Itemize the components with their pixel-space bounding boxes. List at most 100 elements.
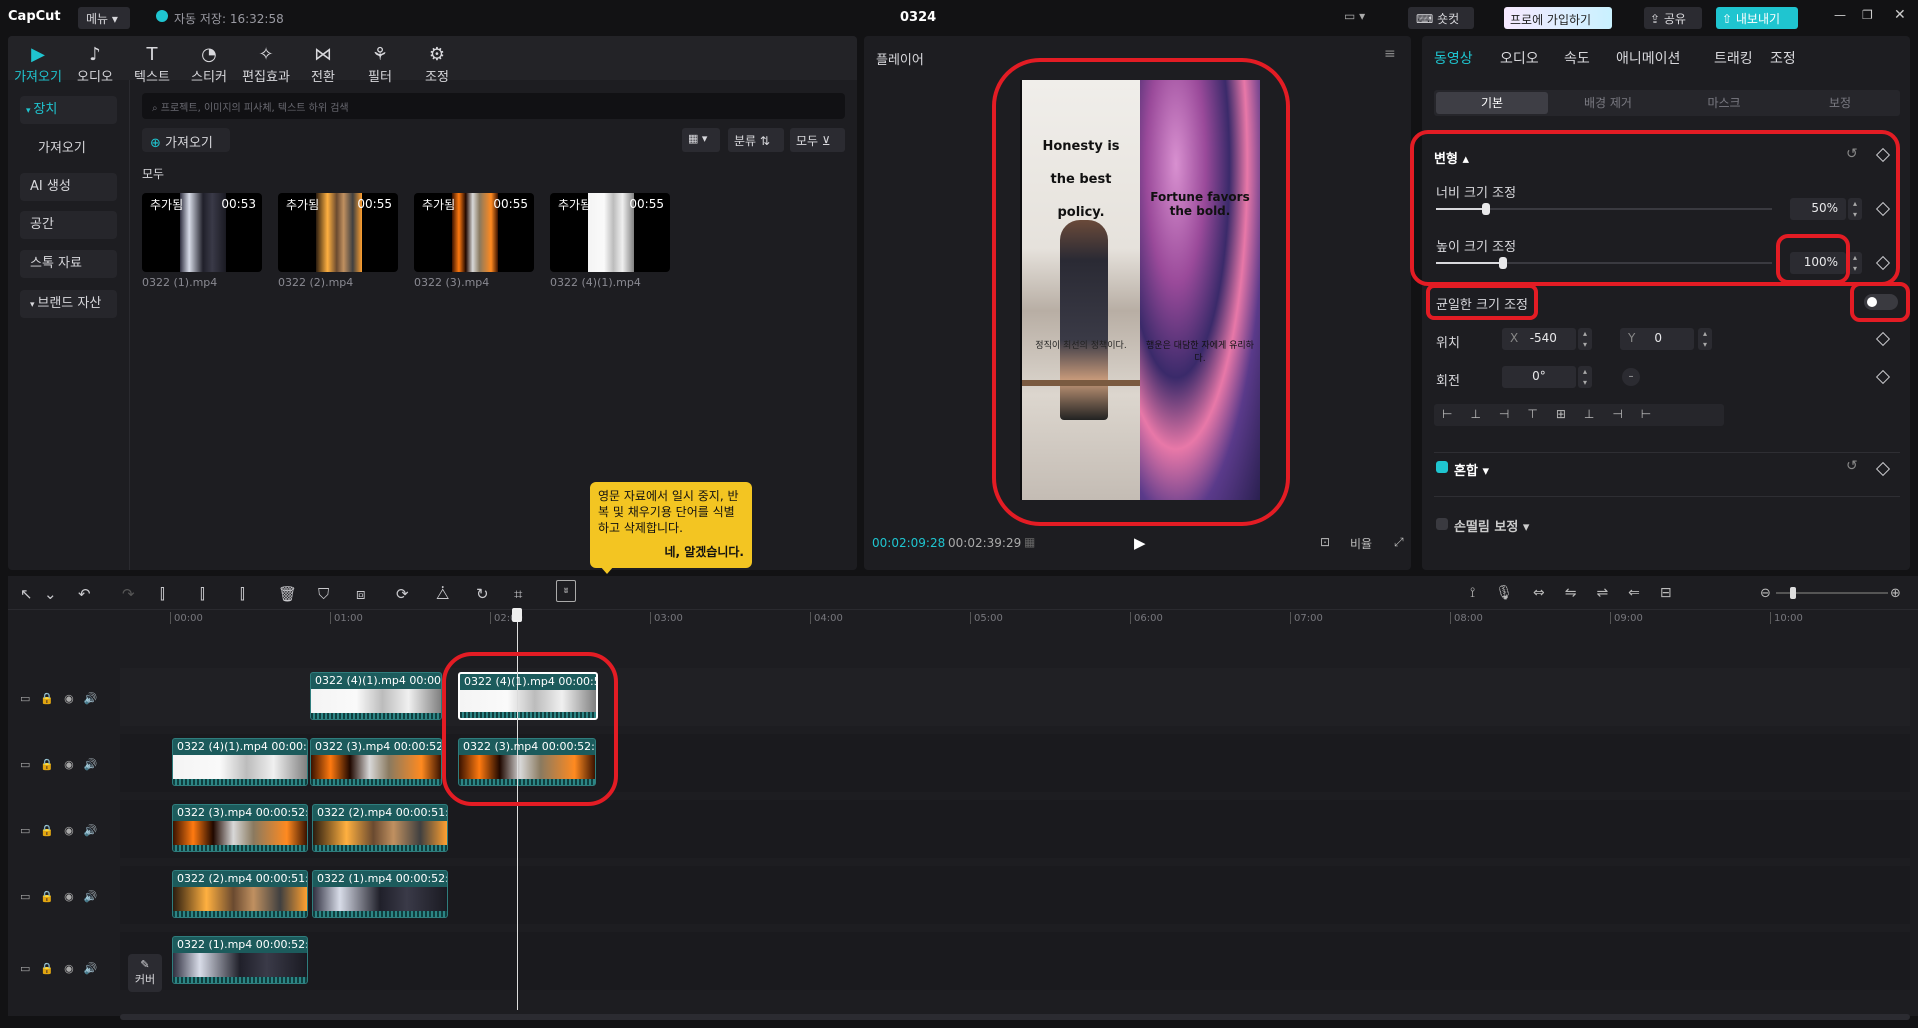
fit-screen-icon[interactable]: ⊡ — [1320, 535, 1330, 549]
track-control-icon[interactable]: ◉ — [64, 824, 84, 837]
track-control-icon[interactable]: 🔊 — [84, 890, 108, 903]
timeline-tool-icon[interactable]: ⫿ — [240, 585, 245, 603]
track-controls[interactable]: ▭🔒◉🔊 — [20, 824, 107, 837]
inspector-tab[interactable]: 조정 — [1770, 48, 1796, 68]
inspector-tab[interactable]: 트래킹 — [1714, 48, 1753, 68]
media-sidebar-item[interactable]: ▾ 장치 — [20, 96, 117, 124]
timeline-tool-icon[interactable]: ⧈ — [356, 585, 366, 603]
track-control-icon[interactable]: ◉ — [64, 890, 84, 903]
media-sidebar-item[interactable]: ▾ 브랜드 자산 — [20, 290, 117, 318]
stabilize-section-title[interactable]: 손떨림 보정 ▾ — [1454, 516, 1529, 535]
stabilize-checkbox[interactable] — [1436, 518, 1448, 530]
timeline-clip[interactable]: 0322 (2).mp4 00:00:51:04 — [172, 870, 308, 918]
track-control-icon[interactable]: 🔒 — [40, 758, 64, 771]
menu-button[interactable]: 메뉴 ▾ — [78, 7, 130, 29]
track-controls[interactable]: ▭🔒◉🔊 — [20, 692, 107, 705]
auto-cut-icon[interactable]: ʬ — [556, 580, 576, 602]
rotation-stepper[interactable]: ▴ ▾ — [1578, 366, 1592, 388]
timeline-tool-icon[interactable]: ↻ — [476, 585, 489, 603]
position-y-input[interactable]: Y 0 — [1620, 328, 1694, 350]
media-card[interactable]: 추가됨 00:55 — [414, 193, 534, 272]
blend-section-title[interactable]: 혼합 ▾ — [1454, 460, 1489, 479]
timeline-tool-icon[interactable]: ⧊ — [436, 585, 449, 603]
timeline-tool-icon[interactable]: ⌗ — [514, 585, 522, 603]
timeline-tool-icon[interactable]: ↶ — [78, 585, 91, 603]
view-toggle-button[interactable]: ▦ ▾ — [682, 128, 720, 152]
reset-blend-icon[interactable]: ↺ — [1846, 458, 1858, 474]
track-control-icon[interactable]: 🔊 — [84, 962, 108, 975]
media-search-input[interactable]: ⌕ 프로젝트, 이미지의 피사체, 텍스트 하위 검색 — [142, 93, 845, 119]
track-control-icon[interactable]: 🔒 — [40, 890, 64, 903]
track-control-icon[interactable]: 🔒 — [40, 824, 64, 837]
playhead-handle[interactable] — [512, 608, 522, 622]
track-control-icon[interactable]: ▭ — [20, 758, 40, 771]
track-control-icon[interactable]: ▭ — [20, 824, 40, 837]
track-controls[interactable]: ▭🔒◉🔊 — [20, 890, 107, 903]
inspector-subtab[interactable]: 보정 — [1784, 92, 1896, 114]
timeline-tool-icon[interactable]: ⫿ — [160, 585, 165, 603]
inspector-subtab[interactable]: 배경 제거 — [1552, 92, 1664, 114]
track-control-icon[interactable]: ◉ — [64, 692, 84, 705]
media-card[interactable]: 추가됨 00:55 — [278, 193, 398, 272]
timeline-tool-icon[interactable]: ⫿ — [200, 585, 205, 603]
media-sidebar-item[interactable]: 스톡 자료 — [20, 250, 117, 278]
track-control-icon[interactable]: ▭ — [20, 692, 40, 705]
timeline-clip[interactable]: 0322 (3).mp4 00:00:52:0 — [310, 738, 442, 786]
import-button[interactable]: ⊕ 가져오기 — [142, 128, 230, 152]
sort-button[interactable]: 분류 ⇅ — [728, 128, 784, 152]
track-control-icon[interactable]: ◉ — [64, 758, 84, 771]
timeline-tool-icon[interactable]: ↷ — [122, 585, 135, 603]
fullscreen-icon[interactable]: ⤢ — [1394, 535, 1404, 550]
timeline-clip[interactable]: 0322 (4)(1).mp4 00:00:52 — [172, 738, 308, 786]
media-card[interactable]: 추가됨 00:53 — [142, 193, 262, 272]
track-control-icon[interactable]: 🔊 — [84, 758, 108, 771]
track-control-icon[interactable]: 🔊 — [84, 824, 108, 837]
timeline-tool-icon[interactable]: ⛉ — [318, 585, 329, 603]
track-controls[interactable]: ▭🔒◉🔊 — [20, 962, 107, 975]
rotation-dial-icon[interactable]: – — [1622, 368, 1640, 386]
media-sidebar-item[interactable]: 가져오기 — [28, 135, 125, 163]
timeline-clip[interactable]: 0322 (2).mp4 00:00:51:04 — [312, 804, 448, 852]
shortcut-button[interactable]: ⌨ 숏컷 — [1408, 7, 1474, 29]
inspector-tab[interactable]: 동영상 — [1434, 48, 1473, 68]
align-toolbar[interactable]: ⊢⊥⊣⊤⊞⊥⊣⊢ — [1434, 404, 1724, 426]
close-icon[interactable]: ✕ — [1894, 7, 1906, 23]
position-y-stepper[interactable]: ▴ ▾ — [1698, 328, 1712, 350]
layout-icon[interactable]: ▭ ▾ — [1344, 9, 1378, 27]
timeline-clip[interactable]: 0322 (1).mp4 00:00:52:04 — [172, 936, 308, 984]
timeline-clip[interactable]: 0322 (4)(1).mp4 00:00:5 — [310, 672, 442, 720]
timeline-tool-icon[interactable]: ↖ — [20, 585, 33, 603]
player-menu-icon[interactable]: ≡ — [1384, 46, 1396, 62]
zoom-in-icon[interactable]: ⊕ — [1890, 586, 1901, 601]
inspector-subtab[interactable]: 마스크 — [1668, 92, 1780, 114]
media-card[interactable]: 추가됨 00:55 — [550, 193, 670, 272]
position-x-input[interactable]: X -540 — [1502, 328, 1576, 350]
zoom-knob[interactable] — [1790, 587, 1796, 599]
track-control-icon[interactable]: ▭ — [20, 890, 40, 903]
timeline-tool-icon[interactable]: 🗑 — [278, 585, 297, 603]
timeline-right-tools[interactable]: ⟟🎙⇔⇋⇌⇐⊟ — [1470, 585, 1692, 601]
timeline-tool-icon[interactable]: ⟳ — [396, 585, 409, 603]
track-control-icon[interactable]: 🔒 — [40, 962, 64, 975]
minimize-icon[interactable]: — — [1834, 8, 1846, 22]
timeline-tool-icon[interactable]: ⌄ — [44, 585, 57, 603]
inspector-subtab[interactable]: 기본 — [1436, 92, 1548, 114]
inspector-tab[interactable]: 애니메이션 — [1616, 48, 1680, 68]
zoom-out-icon[interactable]: ⊖ — [1760, 586, 1771, 601]
timeline-clip[interactable]: 0322 (1).mp4 00:00:52:04 — [312, 870, 448, 918]
inspector-tab[interactable]: 속도 — [1564, 48, 1590, 68]
restore-icon[interactable]: ❐ — [1862, 8, 1873, 22]
tooltip-confirm-button[interactable]: 네, 알겠습니다. — [664, 543, 744, 560]
track-controls[interactable]: ▭🔒◉🔊 — [20, 758, 107, 771]
track-control-icon[interactable]: ◉ — [64, 962, 84, 975]
cover-button[interactable]: ✎ 커버 — [128, 954, 162, 992]
pro-button[interactable]: 프로에 가입하기 — [1504, 7, 1612, 29]
position-x-stepper[interactable]: ▴ ▾ — [1578, 328, 1592, 350]
timeline-clip[interactable]: 0322 (3).mp4 00:00:52:06 — [172, 804, 308, 852]
track-control-icon[interactable]: ▭ — [20, 962, 40, 975]
media-sidebar-item[interactable]: AI 생성 — [20, 173, 117, 201]
blend-checkbox[interactable] — [1436, 461, 1448, 473]
rotation-input[interactable]: 0° — [1502, 366, 1576, 388]
ratio-button[interactable]: 비율 — [1350, 535, 1372, 552]
timeline-scrollbar[interactable] — [120, 1014, 1910, 1020]
